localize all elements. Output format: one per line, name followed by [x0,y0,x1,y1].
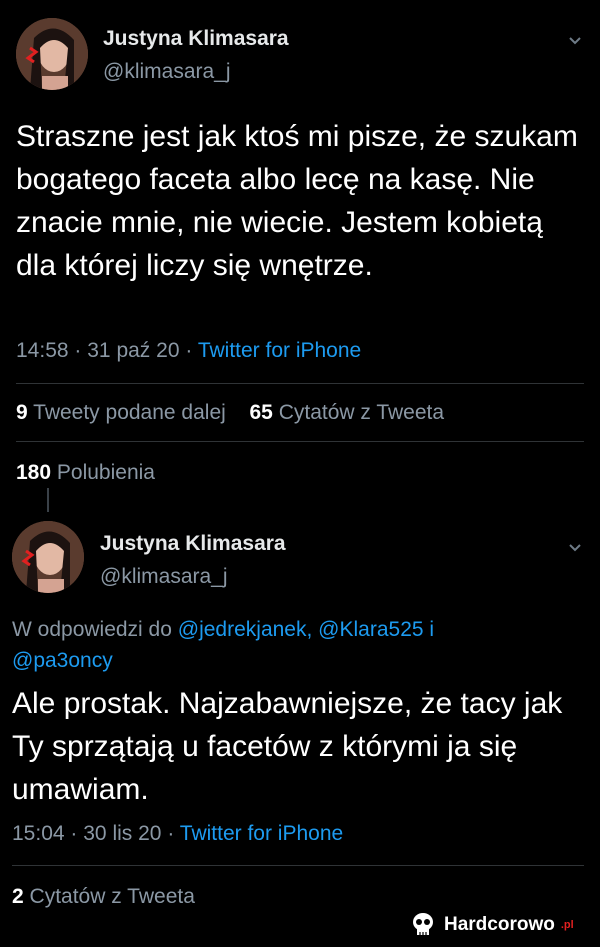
watermark: Hardcorowo .pl [402,905,580,945]
thread-line [47,488,49,512]
author-handle[interactable]: @klimasara_j [103,60,231,84]
reply-context: W odpowiedzi do @jedrekjanek, @Klara525 … [12,614,572,676]
author-name[interactable]: Justyna Klimasara [103,27,289,51]
reply-prefix: W odpowiedzi do [12,618,172,641]
tweet-text: Straszne jest jak ktoś mi pisze, że szuk… [16,120,578,282]
tweet-meta: 15:04 · 30 lis 20 · Twitter for iPhone [12,822,343,846]
retweets-stat[interactable]: 9 Tweety podane dalej [16,401,232,424]
meta-dot: · [74,339,82,362]
author-avatar[interactable] [16,18,88,90]
meta-dot: · [167,822,175,845]
meta-dot: · [70,822,78,845]
reply-mention[interactable]: @pa3oncy [12,649,113,672]
quotes-stat[interactable]: 65 Cytatów z Tweeta [249,401,444,424]
separator [12,865,584,866]
quotes-stat[interactable]: 2 Cytatów z Tweeta [12,885,195,909]
meta-dot: · [185,339,193,362]
quotes-label: Cytatów z Tweeta [29,885,195,908]
stats-row: 9 Tweety podane dalej 65 Cytatów z Tweet… [16,401,444,425]
likes-stat[interactable]: 180 Polubienia [16,461,155,485]
chevron-down-icon[interactable] [568,537,582,558]
watermark-brand: Hardcorowo [444,914,555,935]
tweet-text: Ale prostak. Najzabawniejsze, że tacy ja… [12,687,563,806]
tweet-source[interactable]: Twitter for iPhone [180,822,343,845]
author-handle[interactable]: @klimasara_j [100,565,228,589]
watermark-suffix: .pl [560,919,574,931]
likes-count: 180 [16,461,52,484]
quotes-label: Cytatów z Tweeta [278,401,445,424]
tweet-time: 15:04 [12,822,65,845]
avatar-photo [12,521,84,593]
tweet-meta: 14:58 · 31 paź 20 · Twitter for iPhone [16,339,361,363]
tweet-date[interactable]: 30 lis 20 [83,822,161,845]
avatar-photo [16,18,88,90]
tweet-time: 14:58 [16,339,69,362]
tweet-source[interactable]: Twitter for iPhone [198,339,361,362]
retweets-count: 9 [16,401,28,424]
retweets-label: Tweety podane dalej [33,401,226,424]
author-name[interactable]: Justyna Klimasara [100,532,286,556]
quotes-count: 65 [249,401,273,424]
skull-icon [413,913,433,935]
separator [16,441,584,442]
quotes-count: 2 [12,885,24,908]
likes-label: Polubienia [56,461,155,484]
author-avatar[interactable] [12,521,84,593]
tweet-date[interactable]: 31 paź 20 [87,339,179,362]
separator [16,383,584,384]
reply-and: i [429,618,435,641]
reply-mention[interactable]: @jedrekjanek, [178,618,313,641]
chevron-down-icon[interactable] [568,30,582,51]
reply-mention[interactable]: @Klara525 [318,618,423,641]
